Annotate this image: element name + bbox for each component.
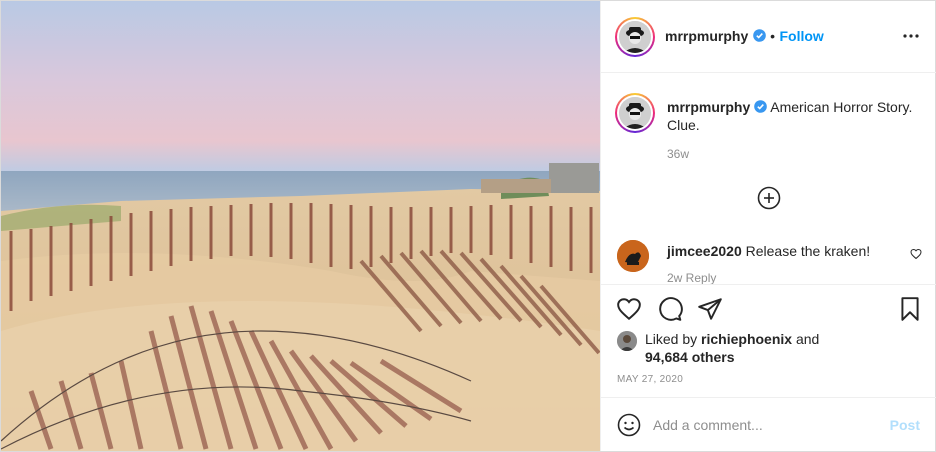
post-date[interactable]: MAY 27, 2020 <box>617 374 683 385</box>
author-avatar-photo <box>619 21 651 53</box>
likes-conjunction: and <box>792 331 820 347</box>
author-avatar[interactable] <box>615 17 655 57</box>
likes-prefix: Liked by <box>645 331 702 347</box>
comment-input[interactable] <box>653 415 873 435</box>
likes-text: Liked by richiephoenix and 94,684 others <box>645 330 915 366</box>
author-username[interactable]: mrrpmurphy <box>665 28 748 44</box>
bookmark-icon[interactable] <box>897 296 923 322</box>
header-separator: • <box>770 28 776 44</box>
heart-icon[interactable] <box>616 296 642 322</box>
comment-text: Release the kraken! <box>745 243 871 259</box>
beach-photo <box>1 1 600 451</box>
caption-avatar[interactable] <box>615 93 655 133</box>
smiley-icon[interactable] <box>617 413 641 437</box>
caption-avatar-photo <box>619 97 651 129</box>
verified-badge-icon <box>754 100 767 113</box>
more-horizontal-icon[interactable] <box>902 27 920 45</box>
add-comment-bar: Post <box>601 397 936 451</box>
instagram-post: mrrpmurphy • Follow mrrpmurphy American … <box>0 0 936 452</box>
liker-username[interactable]: richiephoenix <box>701 331 792 347</box>
caption: mrrpmurphy American Horror Story. Clue. <box>667 98 917 134</box>
comments-section[interactable]: mrrpmurphy American Horror Story. Clue. … <box>601 74 936 284</box>
comment-bubble-icon[interactable] <box>657 296 683 322</box>
commenter-avatar[interactable] <box>617 240 649 272</box>
commenter-username[interactable]: jimcee2020 <box>667 243 742 259</box>
actions-section: Liked by richiephoenix and 94,684 others… <box>601 284 936 396</box>
likes-others-count[interactable]: 94,684 others <box>645 349 735 365</box>
paper-plane-icon[interactable] <box>697 296 723 322</box>
follow-button[interactable]: Follow <box>780 28 824 44</box>
caption-age[interactable]: 36w <box>667 147 689 161</box>
liker-avatar[interactable] <box>617 331 637 351</box>
comment-text-line: jimcee2020 Release the kraken! <box>667 242 892 260</box>
verified-badge-icon <box>752 29 766 42</box>
post-header: mrrpmurphy • Follow <box>601 1 936 73</box>
comment-meta[interactable]: 2w Reply <box>667 271 716 284</box>
post-comment-button[interactable]: Post <box>890 417 920 433</box>
plus-circle-icon[interactable] <box>757 186 781 210</box>
header-user-line: mrrpmurphy • Follow <box>665 28 824 46</box>
post-photo[interactable] <box>1 1 600 451</box>
comment-heart-icon[interactable] <box>910 248 922 260</box>
post-sidebar: mrrpmurphy • Follow mrrpmurphy American … <box>600 1 936 451</box>
caption-username[interactable]: mrrpmurphy <box>667 99 750 115</box>
